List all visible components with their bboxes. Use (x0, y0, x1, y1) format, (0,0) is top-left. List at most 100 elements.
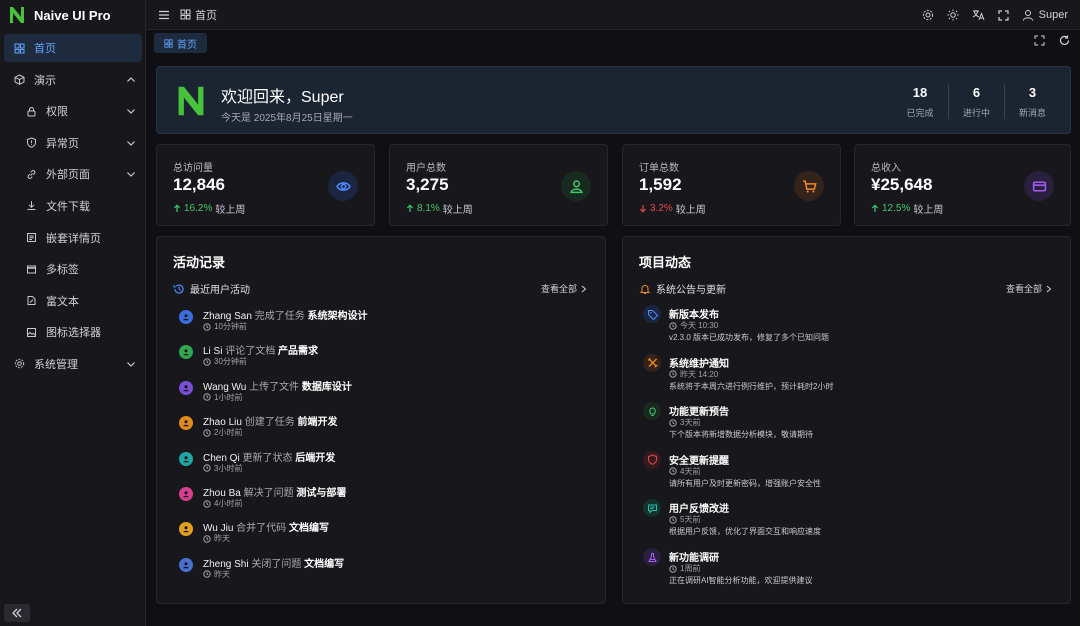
activity-view-all-link[interactable]: 查看全部 (541, 282, 587, 295)
news-view-all-link[interactable]: 查看全部 (1006, 282, 1052, 295)
news-title: 系统维护通知 (669, 358, 729, 370)
dashboard-icon (164, 38, 173, 48)
activity-target: 后端开发 (295, 452, 336, 464)
activity-action: 创建了任务 (244, 417, 295, 429)
news-icon-badge (643, 450, 661, 469)
news-panel: 项目动态 系统公告与更新 查看全部 新版本发布 今天 10:30 v2.3.0 … (622, 236, 1071, 604)
file-edit-icon (27, 296, 35, 306)
tabs-bar: 首页 (146, 31, 1080, 55)
stat-card: 订单总数 1,592 3.2% 较上周 (622, 144, 841, 226)
sidebar-item-8[interactable]: 富文本 (4, 287, 142, 315)
activity-item[interactable]: Chen Qi 更新了状态 后端开发 3小时前 (179, 449, 599, 479)
activity-time: 2小时前 (203, 427, 242, 438)
sidebar-item-label: 外部页面 (46, 169, 90, 182)
activity-item[interactable]: Zhao Liu 创建了任务 前端开发 2小时前 (179, 413, 599, 443)
news-item[interactable]: 用户反馈改进 5天前 根据用户反馈，优化了界面交互和响应速度 (643, 499, 1063, 543)
arrow-down-icon (639, 205, 647, 213)
news-title: 新功能调研 (669, 553, 719, 564)
news-item[interactable]: 新功能调研 1周前 正在调研AI智能分析功能，欢迎提供建议 (643, 548, 1063, 592)
user-icon (183, 491, 189, 498)
refresh-icon[interactable] (1059, 35, 1070, 46)
sidebar-item-0[interactable]: 首页 (4, 34, 142, 62)
clock-icon (203, 322, 211, 331)
activity-item[interactable]: Zheng Shi 关闭了问题 文档编写 昨天 (179, 555, 599, 585)
fullscreen-icon[interactable] (998, 9, 1009, 21)
menu-toggle-icon[interactable] (158, 9, 170, 21)
news-icon-badge (643, 548, 661, 566)
clock-icon (203, 499, 211, 508)
activity-subtitle-label: 最近用户活动 (190, 285, 250, 296)
activity-item[interactable]: Wu Jiu 合并了代码 文档编写 昨天 (179, 519, 599, 549)
activity-time: 4小时前 (203, 498, 242, 509)
tab-home[interactable]: 首页 (154, 33, 207, 53)
activity-item[interactable]: Wang Wu 上传了文件 数据库设计 1小时前 (179, 378, 599, 408)
welcome-stat-label: 已完成 (906, 108, 934, 118)
sidebar-item-6[interactable]: 嵌套详情页 (4, 224, 142, 252)
news-desc: v2.3.0 版本已成功发布，修复了多个已知问题 (669, 333, 830, 342)
top-bar: 首页 Super (146, 0, 1080, 30)
settings-icon[interactable] (922, 9, 934, 21)
clock-icon (669, 564, 677, 573)
breadcrumb[interactable]: 首页 (180, 7, 217, 23)
user-icon (183, 385, 189, 392)
view-all-label: 查看全部 (1005, 284, 1042, 294)
news-desc: 请所有用户及时更新密码，增强账户安全性 (669, 478, 821, 488)
news-item[interactable]: 安全更新提醒 4天前 请所有用户及时更新密码，增强账户安全性 (643, 450, 1063, 495)
user-name: Super (1038, 9, 1068, 21)
sidebar-item-label: 权限 (46, 106, 68, 119)
stat-label: 订单总数 (639, 163, 679, 174)
activity-action: 关闭了问题 (251, 558, 302, 570)
sidebar-item-7[interactable]: 多标签 (4, 255, 142, 283)
user-icon (183, 562, 189, 569)
clock-icon (669, 370, 677, 378)
sidebar-item-3[interactable]: 异常页 (4, 129, 142, 157)
activity-item[interactable]: Zhang San 完成了任务 系统架构设计 10分钟前 (179, 307, 599, 337)
eye-icon (335, 181, 351, 191)
sidebar-item-2[interactable]: 权限 (4, 97, 142, 125)
sidebar-item-9[interactable]: 图标选择器 (4, 318, 142, 346)
sidebar-item-4[interactable]: 外部页面 (4, 160, 142, 188)
news-item[interactable]: 功能更新预告 3天前 下个版本将新增数据分析模块，敬请期待 (643, 402, 1063, 446)
menu-icon (24, 136, 38, 150)
news-icon-badge (643, 353, 661, 372)
news-item[interactable]: 新版本发布 今天 10:30 v2.3.0 版本已成功发布，修复了多个已知问题 (643, 305, 1063, 349)
shield-icon (647, 454, 657, 466)
image-icon (26, 327, 36, 337)
stat-value: ¥25,648 (871, 175, 933, 194)
chevron-down-icon (127, 362, 135, 367)
news-subtitle: 系统公告与更新 (639, 281, 726, 296)
language-icon[interactable] (972, 9, 985, 21)
avatar (179, 522, 193, 537)
gear-icon (14, 359, 24, 369)
cube-icon (14, 74, 24, 85)
expand-content-icon[interactable] (1034, 35, 1045, 46)
news-time: 今天 10:30 (669, 320, 718, 331)
sidebar: Naive UI Pro 首页演示权限异常页外部页面文件下载嵌套详情页多标签富文… (0, 0, 146, 626)
activity-time-label: 3小时前 (214, 463, 243, 473)
sidebar-item-5[interactable]: 文件下载 (4, 192, 142, 220)
avatar (179, 451, 193, 466)
activity-item[interactable]: Zhou Ba 解决了问题 测试与部署 4小时前 (179, 484, 599, 514)
card-icon (1032, 180, 1046, 192)
activity-text: Li Si 评论了文档 产品需求 (203, 342, 318, 357)
stat-value: 1,592 (639, 175, 682, 194)
stat-trend: 3.2% 较上周 (639, 201, 706, 216)
news-title: 项目动态 (639, 255, 692, 270)
sidebar-item-10[interactable]: 系统管理 (4, 350, 142, 378)
user-menu[interactable]: Super (1022, 9, 1068, 21)
welcome-stat-label: 进行中 (962, 108, 990, 118)
stat-suffix: 较上周 (913, 205, 944, 216)
sidebar-item-label: 系统管理 (34, 358, 78, 371)
stat-icon-badge (561, 171, 591, 201)
sidebar-item-1[interactable]: 演示 (4, 66, 142, 94)
collapse-sidebar-button[interactable] (4, 604, 30, 622)
theme-sun-icon[interactable] (947, 9, 959, 21)
news-item[interactable]: 系统维护通知 昨天 14:20 系统将于本周六进行例行维护，预计耗时2小时 (643, 353, 1063, 398)
activity-item[interactable]: Li Si 评论了文档 产品需求 30分钟前 (179, 342, 599, 372)
news-desc: 正在调研AI智能分析功能，欢迎提供建议 (669, 576, 813, 585)
chat-icon (647, 504, 657, 514)
logo[interactable]: Naive UI Pro (0, 0, 145, 30)
news-desc: 根据用户反馈，优化了界面交互和响应速度 (669, 527, 821, 537)
menu-icon (24, 294, 38, 308)
dashboard-icon (180, 9, 191, 20)
